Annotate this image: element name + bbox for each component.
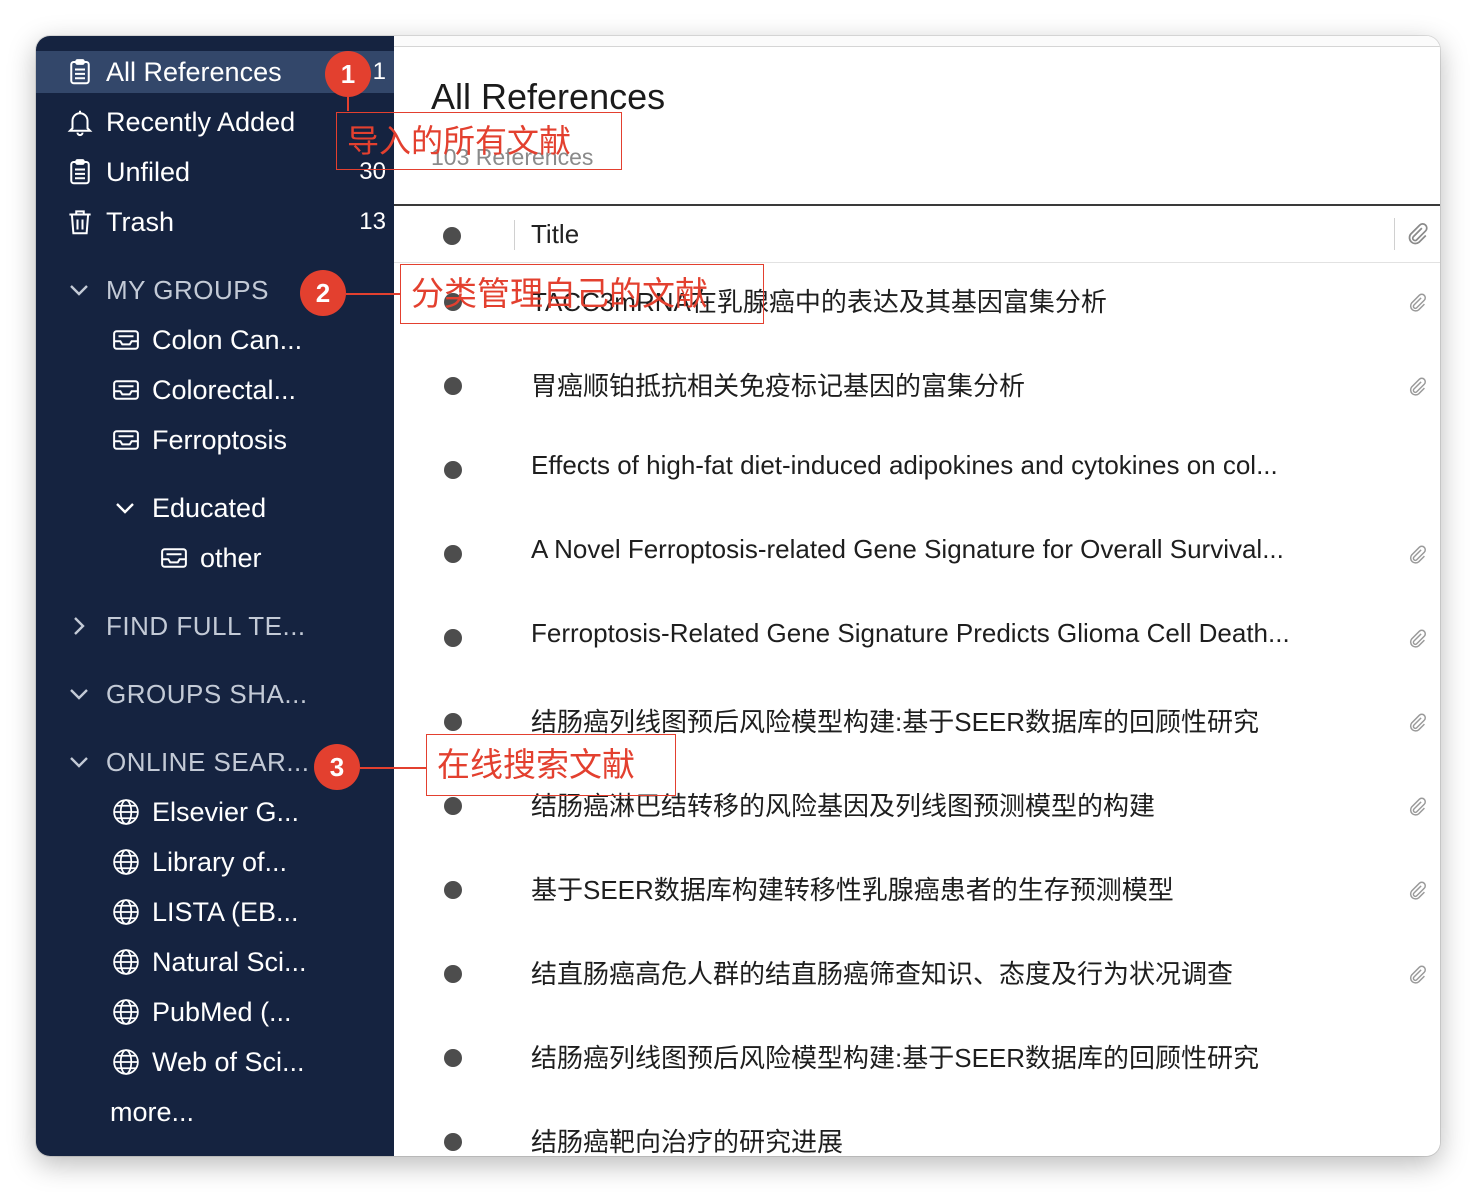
reference-title: 结肠癌列线图预后风险模型构建:基于SEER数据库的回顾性研究 <box>531 1043 1260 1073</box>
sidebar-item-label: Ferroptosis <box>152 424 288 455</box>
table-row[interactable]: A Novel Ferroptosis-related Gene Signatu… <box>394 512 1440 596</box>
globe-icon <box>110 946 142 978</box>
sidebar-item-label: Trash <box>106 206 175 237</box>
title-column-header[interactable]: Title <box>531 219 579 250</box>
sidebar-item-label: other <box>200 542 262 573</box>
sidebar-section-online-search[interactable]: ONLINE SEAR... <box>36 741 422 783</box>
paperclip-icon[interactable] <box>1406 625 1428 656</box>
clipboard-icon <box>64 156 96 188</box>
paperclip-icon[interactable] <box>1406 709 1428 740</box>
sidebar-item-trash[interactable]: Trash 13 <box>36 201 422 243</box>
app-window: All References 1 Recently Added Unfiled … <box>36 36 1440 1156</box>
table-row[interactable]: 结肠癌靶向治疗的研究进展 <box>394 1100 1440 1156</box>
unread-dot-icon[interactable] <box>444 629 462 647</box>
annotation-badge-2: 2 <box>300 270 346 316</box>
paperclip-icon[interactable] <box>1406 541 1428 572</box>
toolbar-strip <box>394 36 1440 47</box>
sidebar-item-label: Educated <box>152 492 267 523</box>
globe-icon <box>110 846 142 878</box>
paperclip-icon[interactable] <box>1406 373 1428 404</box>
section-header-label: GROUPS SHA... <box>106 678 308 709</box>
sidebar-section-find-full-text[interactable]: FIND FULL TE... <box>36 605 422 647</box>
paperclip-icon[interactable] <box>1404 218 1430 253</box>
unread-dot-icon[interactable] <box>444 1133 462 1151</box>
read-status-column-icon[interactable] <box>443 227 461 245</box>
group-tray-icon <box>158 542 190 574</box>
globe-icon <box>110 996 142 1028</box>
main-pane: All References 103 References Title TACC… <box>394 36 1440 1156</box>
table-row[interactable]: 结直肠癌高危人群的结直肠癌筛查知识、态度及行为状况调查 <box>394 932 1440 1016</box>
annotation-badge-1: 1 <box>325 51 371 97</box>
clipboard-icon <box>64 56 96 88</box>
paperclip-icon[interactable] <box>1406 289 1428 320</box>
table-header: Title <box>394 204 1440 263</box>
reference-title: 胃癌顺铂抵抗相关免疫标记基因的富集分析 <box>531 371 1026 401</box>
unread-dot-icon[interactable] <box>444 713 462 731</box>
sidebar: All References 1 Recently Added Unfiled … <box>36 36 480 1156</box>
paperclip-icon[interactable] <box>1406 877 1428 908</box>
sidebar-item-label: Recently Added <box>106 106 296 137</box>
sidebar-item-label: Elsevier G... <box>152 796 300 827</box>
annotation-connector <box>360 767 426 769</box>
reference-title: Ferroptosis-Related Gene Signature Predi… <box>531 618 1290 648</box>
chevron-right-icon <box>64 614 94 638</box>
section-header-label: FIND FULL TE... <box>106 610 306 641</box>
column-divider[interactable] <box>1394 218 1395 250</box>
table-row[interactable]: 结肠癌列线图预后风险模型构建:基于SEER数据库的回顾性研究 <box>394 1016 1440 1100</box>
paperclip-icon[interactable] <box>1406 961 1428 992</box>
group-tray-icon <box>110 424 142 456</box>
reference-title: A Novel Ferroptosis-related Gene Signatu… <box>531 534 1284 564</box>
trash-icon <box>64 206 96 238</box>
unread-dot-icon[interactable] <box>444 545 462 563</box>
sidebar-item-label: Web of Sci... <box>152 1046 305 1077</box>
group-tray-icon <box>110 324 142 356</box>
sidebar-item-label: LISTA (EB... <box>152 896 299 927</box>
unread-dot-icon[interactable] <box>444 965 462 983</box>
reference-title: 结肠癌靶向治疗的研究进展 <box>531 1127 844 1156</box>
sidebar-item-label: Colorectal... <box>152 374 297 405</box>
annotation-label-1: 导入的所有文献 <box>336 112 622 170</box>
sidebar-item-label: PubMed (... <box>152 996 292 1027</box>
sidebar-item-label: more... <box>110 1096 195 1127</box>
sidebar-section-groups-shared[interactable]: GROUPS SHA... <box>36 673 422 715</box>
sidebar-item-label: All References <box>106 56 282 87</box>
section-header-label: MY GROUPS <box>106 274 269 305</box>
sidebar-item-label: Colon Can... <box>152 324 303 355</box>
globe-icon <box>110 796 142 828</box>
globe-icon <box>110 896 142 928</box>
section-header-label: ONLINE SEAR... <box>106 746 310 777</box>
table-row[interactable]: 基于SEER数据库构建转移性乳腺癌患者的生存预测模型 <box>394 848 1440 932</box>
chevron-down-icon <box>64 682 94 706</box>
sidebar-item-label: Natural Sci... <box>152 946 307 977</box>
unread-dot-icon[interactable] <box>444 461 462 479</box>
annotation-label-3: 在线搜索文献 <box>426 734 676 796</box>
annotation-badge-3: 3 <box>314 744 360 790</box>
annotation-connector <box>346 293 400 295</box>
column-divider[interactable] <box>514 220 515 250</box>
unread-dot-icon[interactable] <box>444 797 462 815</box>
reference-title: 结直肠癌高危人群的结直肠癌筛查知识、态度及行为状况调查 <box>531 959 1234 989</box>
paperclip-icon[interactable] <box>1406 793 1428 824</box>
reference-title: Effects of high-fat diet-induced adipoki… <box>531 450 1278 480</box>
unread-dot-icon[interactable] <box>444 881 462 899</box>
unread-dot-icon[interactable] <box>444 1049 462 1067</box>
reference-title: 基于SEER数据库构建转移性乳腺癌患者的生存预测模型 <box>531 875 1174 905</box>
chevron-down-icon <box>110 496 140 520</box>
table-row[interactable]: Effects of high-fat diet-induced adipoki… <box>394 428 1440 512</box>
sidebar-item-count: 1 <box>372 58 386 85</box>
unread-dot-icon[interactable] <box>444 377 462 395</box>
annotation-label-2: 分类管理自己的文献 <box>400 264 764 324</box>
chevron-down-icon <box>64 750 94 774</box>
group-tray-icon <box>110 374 142 406</box>
annotation-connector <box>347 97 349 111</box>
chevron-down-icon <box>64 278 94 302</box>
sidebar-item-label: Library of... <box>152 846 288 877</box>
sidebar-item-count: 13 <box>359 208 386 235</box>
sidebar-item-label: Unfiled <box>106 156 191 187</box>
table-row[interactable]: Ferroptosis-Related Gene Signature Predi… <box>394 596 1440 680</box>
globe-icon <box>110 1046 142 1078</box>
table-row[interactable]: 胃癌顺铂抵抗相关免疫标记基因的富集分析 <box>394 344 1440 428</box>
bell-icon <box>64 106 96 138</box>
sidebar-section-my-groups[interactable]: MY GROUPS <box>36 269 422 311</box>
